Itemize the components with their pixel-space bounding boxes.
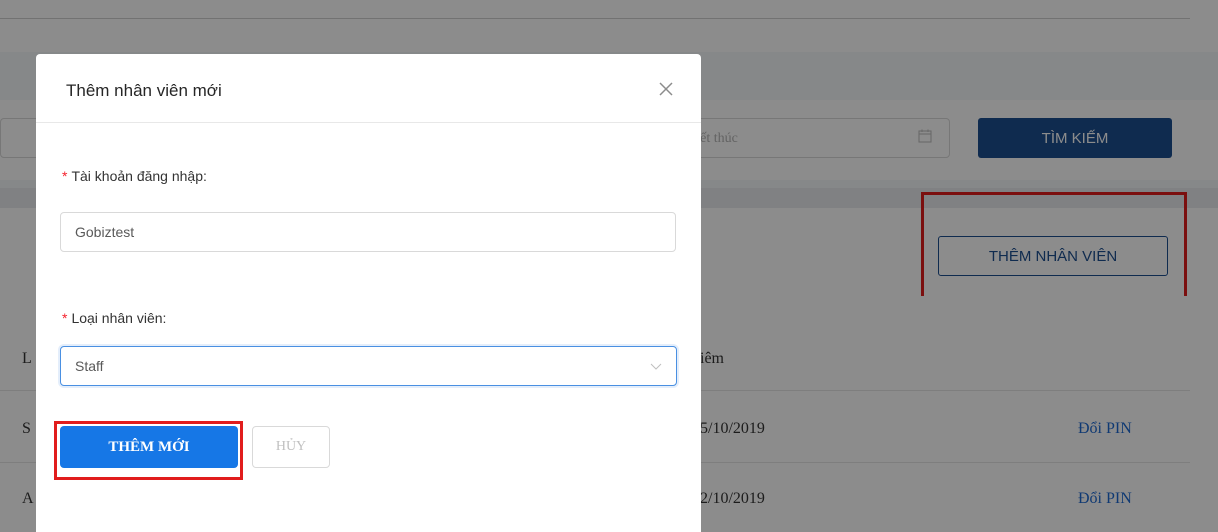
cancel-button[interactable]: HỦY <box>252 426 330 468</box>
account-input[interactable]: Gobiztest <box>60 212 676 252</box>
employee-type-select[interactable]: Staff <box>60 346 677 386</box>
employee-type-value: Staff <box>75 358 104 374</box>
close-icon[interactable] <box>654 77 678 101</box>
employee-type-label-text: Loại nhân viên: <box>71 310 167 326</box>
employee-type-label: * Loại nhân viên: <box>62 310 166 326</box>
modal-header-divider <box>36 122 701 123</box>
account-input-value: Gobiztest <box>75 224 135 240</box>
required-mark: * <box>62 168 68 184</box>
modal-title: Thêm nhân viên mới <box>66 81 222 100</box>
required-mark: * <box>62 310 68 326</box>
chevron-down-icon <box>650 363 662 370</box>
highlight-add-new <box>54 421 243 480</box>
account-label: * Tài khoản đăng nhập: <box>62 168 207 184</box>
account-label-text: Tài khoản đăng nhập: <box>71 168 207 184</box>
